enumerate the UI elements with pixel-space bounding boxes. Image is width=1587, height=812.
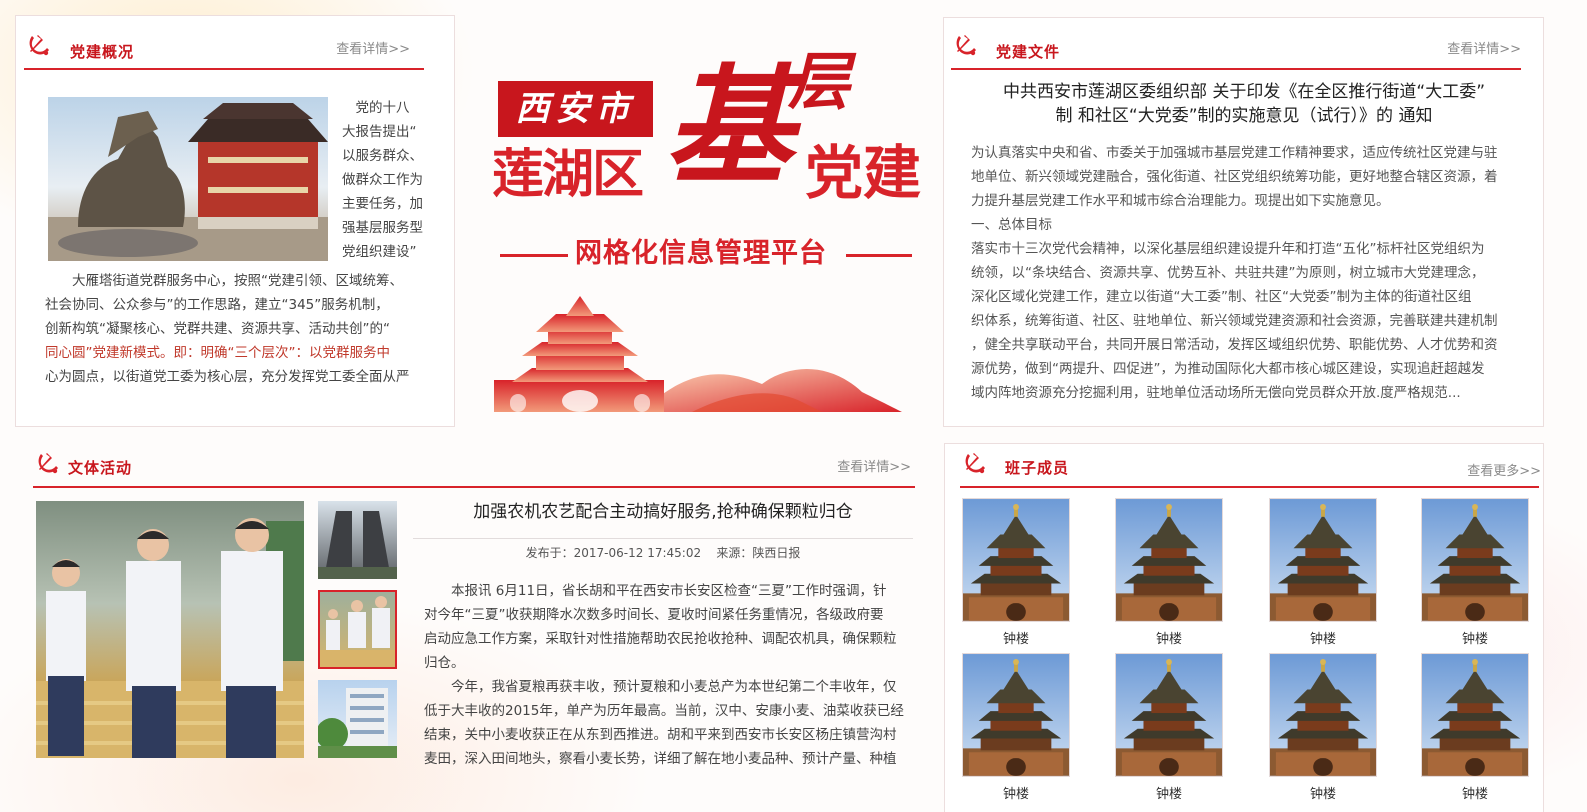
party-overview-panel: 党建概况 查看详情>> 党的十八 大报告提出“ 以服务群众、 做群众工作为 主要… (15, 15, 455, 427)
member-name: 钟楼 (1461, 787, 1488, 802)
party-docs-header: 党建文件 查看详情>> (951, 30, 1521, 70)
article-line: 启动应急工作方案，采取针对性措施帮助农民抢收抢种、调配农机具，确保颗粒 (424, 631, 897, 647)
culture-header: 文体活动 查看详情>> (33, 448, 915, 488)
culture-article-title[interactable]: 加强农机农艺配合主动搞好服务,抢种确保颗粒归仓 (413, 498, 913, 526)
doc-body: 为认真落实中央和省、市委关于加强城市基层党建工作精神要求，适应传统社区党建与驻 … (971, 141, 1531, 405)
members-panel: 班子成员 查看更多>> 钟楼 钟楼 钟楼 钟楼 钟楼 钟楼 钟楼 钟楼 (944, 443, 1544, 812)
party-docs-panel: 党建文件 查看详情>> 中共西安市莲湖区委组织部 关于印发《在全区推行街道“大工… (943, 17, 1544, 427)
culture-article-meta: 发布于：2017-06-12 17:45:02 来源：陕西日报 (413, 538, 913, 565)
banner-line-right (846, 254, 912, 257)
doc-line: 力提升基层党建工作水平和城市综合治理能力。现提出如下实施意见。 (971, 193, 1390, 209)
member-name: 钟楼 (1155, 632, 1182, 647)
article-line: 今年，我省夏粮再获丰收，预计夏粮和小麦总产为本世纪第二个丰收年，仅 (451, 679, 897, 695)
culture-thumb-3[interactable] (318, 680, 397, 758)
banner-city: 西安市 (498, 81, 653, 137)
para-line: 心为圆点，以街道党工委为核心层，充分发挥党工委全面从严 (45, 369, 410, 385)
article-line: 本报讯 6月11日，省长胡和平在西安市长安区检查“三夏”工作时强调，针 (451, 583, 887, 599)
culture-more-link[interactable]: 查看详情>> (837, 456, 911, 480)
doc-line: 落实市十三次党代会精神，以深化基层组织建设提升年和打造“五化”标杆社区党组织为 (971, 241, 1485, 257)
member-card[interactable]: 钟楼 (1267, 496, 1379, 647)
member-photo (1421, 653, 1529, 777)
doc-line: 为认真落实中央和省、市委关于加强城市基层党建工作精神要求，适应传统社区党建与驻 (971, 145, 1498, 161)
doc-line: 深化区域化党建工作，建立以街道“大工委”制、社区“大党委”制为主体的街道社区组 (971, 289, 1472, 305)
culture-article-body: 本报讯 6月11日，省长胡和平在西安市长安区检查“三夏”工作时强调，针 对今年“… (424, 579, 924, 771)
member-photo (1269, 498, 1377, 622)
article-line: 结束，关中小麦收获正在从东到西推进。胡和平来到西安市长安区杨庄镇营沟村 (424, 727, 897, 743)
banner-char-ji: 基 (665, 52, 794, 202)
banner-subtitle: 网格化信息管理平台 (575, 238, 827, 269)
overview-paragraph: 大雁塔街道党群服务中心，按照“党建引领、区域统筹、 社会协同、公众参与”的工作思… (45, 269, 445, 389)
members-more-link[interactable]: 查看更多>> (1467, 460, 1541, 484)
member-photo (962, 653, 1070, 777)
party-docs-more-link[interactable]: 查看详情>> (1447, 38, 1521, 62)
banner-party: 党建 (805, 139, 922, 207)
banner-line-left (500, 254, 568, 257)
party-emblem-icon (26, 32, 52, 58)
para-line: 同心圆”党建新模式。即：明确“三个层次”：以党群服务中 (45, 345, 390, 361)
member-name: 钟楼 (1002, 632, 1029, 647)
member-name: 钟楼 (1461, 632, 1488, 647)
party-emblem-icon (35, 450, 61, 476)
member-name: 钟楼 (1309, 787, 1336, 802)
bell-tower-illustration (494, 296, 902, 412)
member-card[interactable]: 钟楼 (1419, 496, 1531, 647)
banner-district: 莲湖区 (492, 144, 644, 205)
intro-line: 党组织建设” (342, 244, 417, 260)
party-overview-header: 党建概况 查看详情>> (24, 30, 424, 70)
member-card[interactable]: 钟楼 (960, 651, 1072, 802)
article-line: 归仓。 (424, 655, 465, 671)
culture-thumb-2[interactable] (318, 590, 397, 669)
member-photo (1115, 653, 1223, 777)
banner-char-ceng: 层 (788, 45, 851, 118)
doc-line: ，健全共享联动平台，共同开展日常活动，发挥区域组织优势、职能优势、人才优势和资 (971, 337, 1498, 353)
para-line: 创新构筑“凝聚核心、党群共建、资源共享、活动共创”的“ (45, 321, 390, 337)
intro-line: 强基层服务型 (342, 220, 423, 236)
doc-line: 源优势，做到“两提升、四促进”，为推动国际化大都市核心城区建设，实现追赶超越发 (971, 361, 1485, 377)
para-line: 大雁塔街道党群服务中心，按照“党建引领、区域统筹、 (72, 273, 403, 289)
member-photo (1421, 498, 1529, 622)
doc-line: 地单位、新兴领域党建融合，强化街道、社区党组织统筹功能，更好地整合辖区资源，着 (971, 169, 1498, 185)
overview-intro: 党的十八 大报告提出“ 以服务群众、 做群众工作为 主要任务，加 强基层服务型 … (342, 96, 442, 264)
member-card[interactable]: 钟楼 (1113, 651, 1225, 802)
member-photo (962, 498, 1070, 622)
member-photo (1115, 498, 1223, 622)
intro-line: 大报告提出“ (342, 124, 417, 140)
article-line: 对今年“三夏”收获期降水次数多时间长、夏收时间紧任务重情况，各级政府要 (424, 607, 884, 623)
para-line: 社会协同、公众参与”的工作思路，建立“345”服务机制， (45, 297, 389, 313)
overview-photo (48, 97, 328, 261)
article-line: 麦田，深入田间地头，察看小麦长势，详细了解在地小麦品种、预计产量、种植 (424, 751, 897, 767)
intro-line: 以服务群众、 (342, 148, 423, 164)
banner: 西安市 莲湖区 基 层 党建 网格化信息管理平台 (480, 40, 930, 420)
member-card[interactable]: 钟楼 (1419, 651, 1531, 802)
doc-line: 一、总体目标 (971, 217, 1052, 233)
party-overview-title: 党建概况 (70, 43, 135, 61)
doc-title[interactable]: 中共西安市莲湖区委组织部 关于印发《在全区推行街道“大工委” 制 和社区“大党委… (964, 80, 1524, 128)
intro-line: 主要任务，加 (342, 196, 423, 212)
members-title: 班子成员 (1005, 459, 1070, 477)
party-emblem-icon (962, 450, 988, 476)
member-card[interactable]: 钟楼 (960, 496, 1072, 647)
intro-line: 做群众工作为 (342, 172, 423, 188)
doc-line: 织体系，统筹街道、社区、驻地单位、新兴领域党建资源和社会资源，完善联建共建机制 (971, 313, 1498, 329)
culture-section: 文体活动 查看详情>> 加强农机农艺配合主动搞好服务,抢种确保颗粒归仓 发布于：… (25, 440, 925, 812)
culture-main-photo[interactable] (36, 501, 304, 758)
member-photo (1269, 653, 1377, 777)
member-card[interactable]: 钟楼 (1113, 496, 1225, 647)
member-card[interactable]: 钟楼 (1267, 651, 1379, 802)
intro-line: 党的十八 (355, 100, 410, 116)
members-header: 班子成员 查看更多>> (960, 448, 1541, 488)
member-name: 钟楼 (1002, 787, 1029, 802)
doc-line: 域内阵地资源充分挖掘利用，驻地单位活动场所无偿向党员群众开放.度严格规范... (971, 385, 1461, 401)
doc-title-line: 制 和社区“大党委”制的实施意见（试行）》的 通知 (1055, 106, 1433, 126)
culture-thumb-1[interactable] (318, 501, 397, 579)
party-overview-more-link[interactable]: 查看详情>> (336, 38, 410, 62)
party-emblem-icon (953, 32, 979, 58)
member-name: 钟楼 (1309, 632, 1336, 647)
member-name: 钟楼 (1155, 787, 1182, 802)
culture-title: 文体活动 (68, 459, 133, 477)
party-docs-title: 党建文件 (996, 43, 1061, 61)
article-line: 低于大丰收的2015年，单产为历年最高。当前，汉中、安康小麦、油菜收获已经 (424, 703, 904, 719)
doc-title-line: 中共西安市莲湖区委组织部 关于印发《在全区推行街道“大工委” (1002, 82, 1486, 102)
doc-line: 统领，以“条块结合、资源共享、优势互补、共驻共建”为原则，树立城市大党建理念， (971, 265, 1485, 281)
